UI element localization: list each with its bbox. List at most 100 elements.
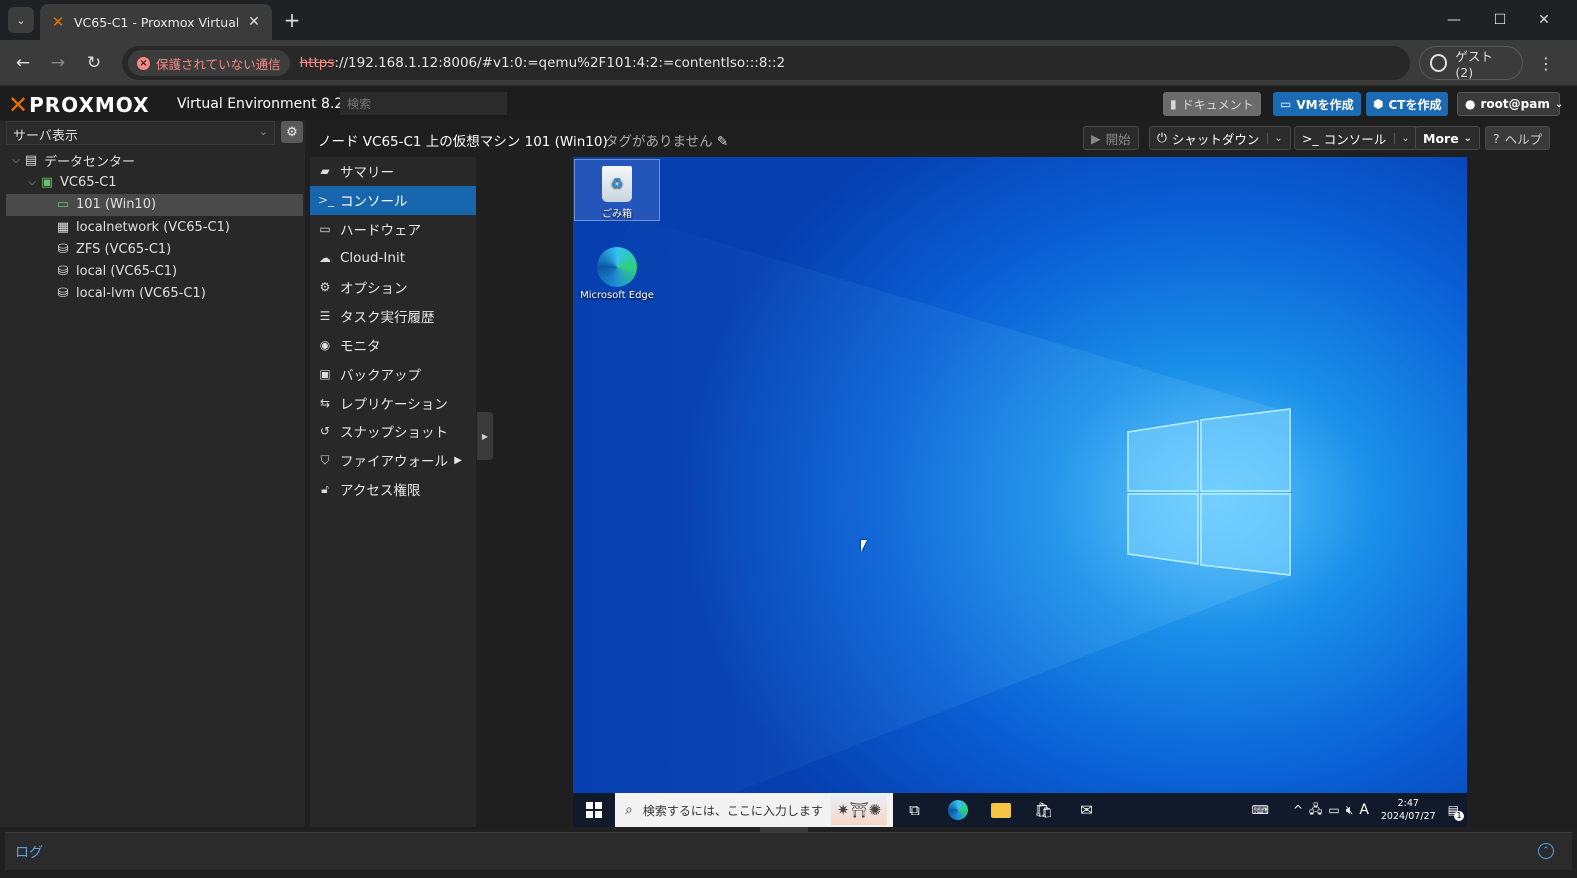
shutdown-label: シャットダウン bbox=[1171, 131, 1260, 147]
menu-item-summary[interactable]: ▰ サマリー bbox=[310, 157, 476, 186]
guest-desktop[interactable]: ♻ ごみ箱 Microsoft Edge bbox=[573, 157, 1467, 793]
sidebar-collapse-handle[interactable]: ▶ bbox=[477, 412, 493, 460]
taskbar-search-box[interactable]: ⌕ 検索するには、ここに入力します ✷⛩✺ bbox=[615, 793, 893, 827]
tree-item-node[interactable]: ⌵ ▣ VC65-C1 bbox=[6, 171, 303, 193]
view-select[interactable]: サーバ表示 ⌄ bbox=[6, 121, 275, 145]
caret-right-icon: ▶ bbox=[481, 431, 489, 441]
sdn-grid-icon: ▦ bbox=[56, 219, 70, 235]
browser-window: ⌄ ✕ VC65-C1 - Proxmox Virtual Env ✕ + — … bbox=[0, 0, 1577, 878]
docs-button[interactable]: ▮ ドキュメント bbox=[1163, 92, 1261, 116]
close-window-button[interactable]: ✕ bbox=[1521, 0, 1567, 40]
taskbar-store-button[interactable]: 🛍︎ bbox=[1022, 793, 1065, 827]
menu-item-task-history[interactable]: ☰ タスク実行履歴 bbox=[310, 301, 476, 330]
reload-icon: ↻ bbox=[86, 53, 102, 73]
menu-item-backup[interactable]: ▣ バックアップ bbox=[310, 359, 476, 388]
taskbar-clock[interactable]: 2:47 2024/07/27 bbox=[1381, 797, 1436, 823]
list-icon: ☰ bbox=[319, 308, 331, 323]
vm-nav-menu: ▰ サマリー >_ コンソール ▭ ハードウェア ☁ Cloud-Init ⚙ オプション… bbox=[310, 157, 476, 827]
tree-item-localnetwork[interactable]: ▦ localnetwork (VC65-C1) bbox=[6, 216, 303, 238]
pencil-icon[interactable]: ✎ bbox=[717, 134, 728, 150]
search-highlight-icon: ✷⛩✺ bbox=[831, 795, 887, 825]
browser-menu-button[interactable]: ⋮ bbox=[1534, 51, 1558, 75]
expand-icon[interactable]: ⌵ bbox=[26, 177, 38, 188]
url-text[interactable]: https://192.168.1.12:8006/#v1:0:=qemu%2F… bbox=[300, 55, 785, 71]
chevron-down-icon[interactable]: ⌄ bbox=[1394, 132, 1410, 144]
taskbar-mail-button[interactable]: ✉ bbox=[1065, 793, 1108, 827]
tree-settings-button[interactable]: ⚙ bbox=[281, 121, 303, 143]
address-bar[interactable]: × 保護されていない通信 https://192.168.1.12:8006/#… bbox=[122, 46, 1410, 80]
start-label: 開始 bbox=[1105, 131, 1131, 147]
proxmox-logo: ✕ PROXMOX bbox=[8, 91, 150, 119]
profile-label: ゲスト (2) bbox=[1455, 49, 1493, 80]
storage-icon: ⛁ bbox=[57, 286, 69, 302]
start-button[interactable]: ▶ 開始 bbox=[1083, 126, 1139, 150]
desktop-icon-label: Microsoft Edge bbox=[580, 290, 654, 301]
profile-button[interactable]: ゲスト (2) bbox=[1419, 46, 1523, 80]
chevron-down-icon[interactable]: ⌄ bbox=[1267, 132, 1283, 144]
menu-item-console[interactable]: >_ コンソール bbox=[310, 185, 476, 215]
tab-close-icon[interactable]: ✕ bbox=[246, 14, 262, 30]
create-ct-button[interactable]: ⬢ CTを作成 bbox=[1366, 92, 1449, 116]
start-button[interactable] bbox=[573, 793, 615, 827]
menu-item-label: Cloud-Init bbox=[340, 250, 406, 267]
chevron-up-icon[interactable]: ^ bbox=[1293, 803, 1303, 817]
menu-item-hardware[interactable]: ▭ ハードウェア bbox=[310, 215, 476, 244]
cloud-icon: ☁ bbox=[319, 251, 331, 266]
notification-icon[interactable]: ▤ 1 bbox=[1448, 803, 1464, 821]
search-input[interactable] bbox=[340, 92, 507, 115]
expand-icon[interactable]: ⌵ bbox=[10, 155, 22, 166]
menu-item-cloud-init[interactable]: ☁ Cloud-Init bbox=[310, 244, 476, 273]
tab-search-button[interactable]: ⌄ bbox=[8, 7, 34, 33]
taskbar-explorer-button[interactable] bbox=[979, 793, 1022, 827]
network-icon[interactable]: 🖧︎ bbox=[1309, 800, 1322, 821]
close-icon: ✕ bbox=[1538, 12, 1550, 28]
taskbar-edge-button[interactable] bbox=[936, 793, 979, 827]
menu-item-label: アクセス権限 bbox=[340, 483, 421, 500]
more-label: More bbox=[1423, 130, 1459, 146]
desktop-icon-recycle-bin[interactable]: ♻ ごみ箱 bbox=[574, 159, 660, 221]
help-button[interactable]: ? ヘルプ bbox=[1485, 126, 1551, 150]
notification-badge: 1 bbox=[1454, 811, 1464, 821]
menu-item-monitor[interactable]: ◉ モニタ bbox=[310, 330, 476, 359]
maximize-button[interactable]: ☐ bbox=[1477, 0, 1523, 40]
log-panel: ログ ⌃ bbox=[5, 832, 1572, 870]
task-view-button[interactable]: ⧉ bbox=[893, 793, 936, 827]
menu-item-replication[interactable]: ⇆ レプリケーション bbox=[310, 388, 476, 417]
keyboard-icon[interactable]: ⌨ bbox=[1252, 803, 1269, 817]
url-scheme: https bbox=[299, 55, 335, 71]
menu-item-permissions[interactable]: 🔓︎ アクセス権限 bbox=[310, 475, 476, 504]
volume-muted-icon[interactable]: 🔇︎ bbox=[1346, 803, 1354, 818]
reload-button[interactable]: ↻ bbox=[82, 51, 106, 75]
menu-item-firewall[interactable]: ⛉ ファイアウォール ▶ bbox=[310, 446, 476, 475]
menu-item-options[interactable]: ⚙ オプション bbox=[310, 273, 476, 302]
display-icon[interactable]: ▭ bbox=[1328, 803, 1339, 817]
terminal-icon: >_ bbox=[318, 193, 335, 208]
more-button[interactable]: More ⌄ bbox=[1415, 126, 1481, 150]
tree-item-datacenter[interactable]: ⌵ ▤ データセンター bbox=[6, 149, 303, 171]
back-button[interactable]: ← bbox=[11, 51, 35, 75]
shutdown-button[interactable]: ⏻ シャットダウン ⌄ bbox=[1149, 126, 1291, 150]
tree-item-local[interactable]: ⛁ local (VC65-C1) bbox=[6, 260, 303, 282]
desktop-icon-edge[interactable]: Microsoft Edge bbox=[574, 247, 660, 301]
menu-item-snapshot[interactable]: ↺ スナップショット bbox=[310, 417, 476, 446]
ime-indicator[interactable]: A bbox=[1359, 802, 1369, 818]
forward-button[interactable]: → bbox=[46, 51, 70, 75]
cube-icon: ⬢ bbox=[1373, 97, 1384, 111]
browser-tab[interactable]: ✕ VC65-C1 - Proxmox Virtual Env ✕ bbox=[40, 4, 272, 40]
minimize-button[interactable]: — bbox=[1431, 0, 1477, 40]
expand-log-button[interactable]: ⌃ bbox=[1538, 843, 1554, 859]
tree-item-local-lvm[interactable]: ⛁ local-lvm (VC65-C1) bbox=[6, 283, 303, 305]
shield-icon: ⛉ bbox=[320, 452, 330, 467]
tree-item-vm-101[interactable]: ▭ 101 (Win10) bbox=[6, 193, 303, 216]
task-view-icon: ⧉ bbox=[909, 801, 920, 819]
new-tab-button[interactable]: + bbox=[282, 8, 302, 32]
user-menu-button[interactable]: ● root@pam ⌄ bbox=[1457, 92, 1563, 116]
tab-bar: ⌄ ✕ VC65-C1 - Proxmox Virtual Env ✕ + — … bbox=[0, 0, 1577, 40]
user-label: root@pam bbox=[1480, 97, 1550, 111]
console-button[interactable]: >_ コンソール ⌄ bbox=[1294, 126, 1418, 150]
security-chip[interactable]: × 保護されていない通信 bbox=[128, 50, 290, 76]
tags-field[interactable]: タグがありません ✎ bbox=[605, 130, 728, 150]
create-vm-button[interactable]: ▭ VMを作成 bbox=[1273, 92, 1361, 116]
mail-icon: ✉ bbox=[1080, 801, 1093, 819]
tree-item-zfs[interactable]: ⛁ ZFS (VC65-C1) bbox=[6, 238, 303, 260]
